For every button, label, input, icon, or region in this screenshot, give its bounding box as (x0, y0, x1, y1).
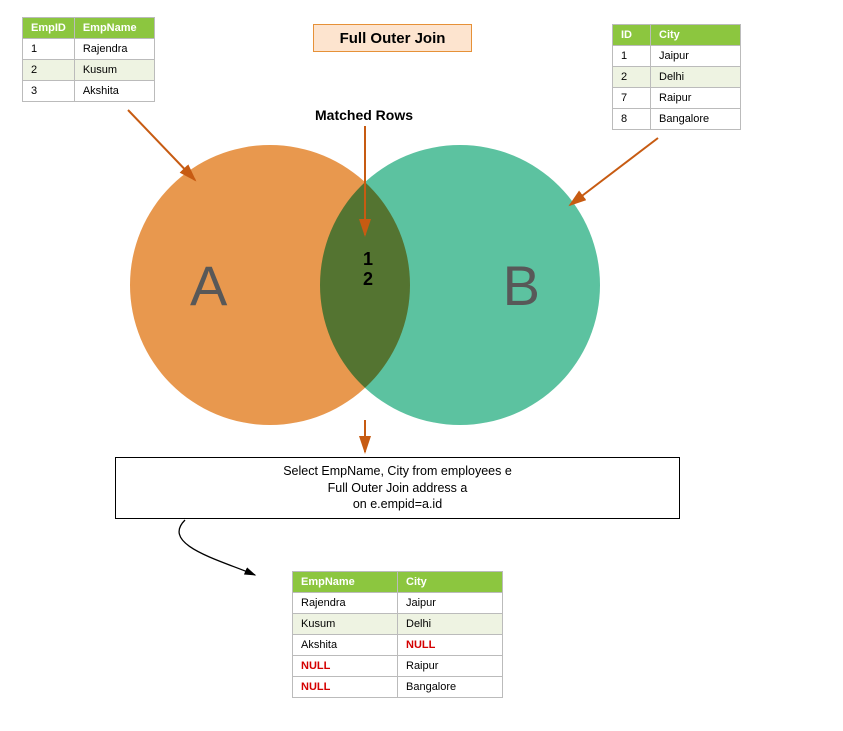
cell: Raipur (651, 88, 741, 109)
cell: 2 (23, 60, 75, 81)
cell: Kusum (74, 60, 154, 81)
cell: 1 (613, 46, 651, 67)
sql-line: Full Outer Join address a (328, 480, 468, 497)
cell: Rajendra (74, 39, 154, 60)
table-header-row: EmpName City (293, 572, 503, 593)
cell: Bangalore (398, 677, 503, 698)
cell: 2 (613, 67, 651, 88)
th-empname: EmpName (293, 572, 398, 593)
employees-table: EmpID EmpName 1 Rajendra 2 Kusum 3 Akshi… (22, 17, 155, 102)
cell: 7 (613, 88, 651, 109)
th-id: ID (613, 25, 651, 46)
matched-rows-label: Matched Rows (315, 107, 413, 123)
matched-value: 1 (363, 250, 373, 270)
th-empname: EmpName (74, 18, 154, 39)
cell-null: NULL (293, 677, 398, 698)
cell: Raipur (398, 656, 503, 677)
table-header-row: EmpID EmpName (23, 18, 155, 39)
sql-line: on e.empid=a.id (353, 496, 442, 513)
table-row: 8 Bangalore (613, 109, 741, 130)
matched-value: 2 (363, 270, 373, 290)
arrow-to-result (179, 520, 255, 575)
sql-query-box: Select EmpName, City from employees e Fu… (115, 457, 680, 519)
page-title: Full Outer Join (313, 24, 472, 52)
cell: Kusum (293, 614, 398, 635)
cell: Akshita (293, 635, 398, 656)
table-row: 1 Jaipur (613, 46, 741, 67)
table-row: Akshita NULL (293, 635, 503, 656)
table-row: 7 Raipur (613, 88, 741, 109)
table-row: NULL Raipur (293, 656, 503, 677)
cell: Jaipur (398, 593, 503, 614)
address-table: ID City 1 Jaipur 2 Delhi 7 Raipur 8 Bang… (612, 24, 741, 130)
venn-b-label: B (503, 253, 540, 318)
cell: 1 (23, 39, 75, 60)
matched-values: 1 2 (363, 250, 373, 290)
cell: Jaipur (651, 46, 741, 67)
table-row: 2 Kusum (23, 60, 155, 81)
result-table: EmpName City Rajendra Jaipur Kusum Delhi… (292, 571, 503, 698)
cell: 8 (613, 109, 651, 130)
cell: Delhi (651, 67, 741, 88)
table-row: Kusum Delhi (293, 614, 503, 635)
sql-line: Select EmpName, City from employees e (283, 463, 512, 480)
th-empid: EmpID (23, 18, 75, 39)
table-row: Rajendra Jaipur (293, 593, 503, 614)
cell-null: NULL (293, 656, 398, 677)
table-row: 3 Akshita (23, 81, 155, 102)
cell: Rajendra (293, 593, 398, 614)
table-header-row: ID City (613, 25, 741, 46)
venn-circle-b: B (320, 145, 600, 425)
cell-null: NULL (398, 635, 503, 656)
table-row: 1 Rajendra (23, 39, 155, 60)
cell: Akshita (74, 81, 154, 102)
cell: Delhi (398, 614, 503, 635)
table-row: NULL Bangalore (293, 677, 503, 698)
th-city: City (398, 572, 503, 593)
table-row: 2 Delhi (613, 67, 741, 88)
th-city: City (651, 25, 741, 46)
cell: Bangalore (651, 109, 741, 130)
venn-a-label: A (190, 253, 227, 318)
cell: 3 (23, 81, 75, 102)
